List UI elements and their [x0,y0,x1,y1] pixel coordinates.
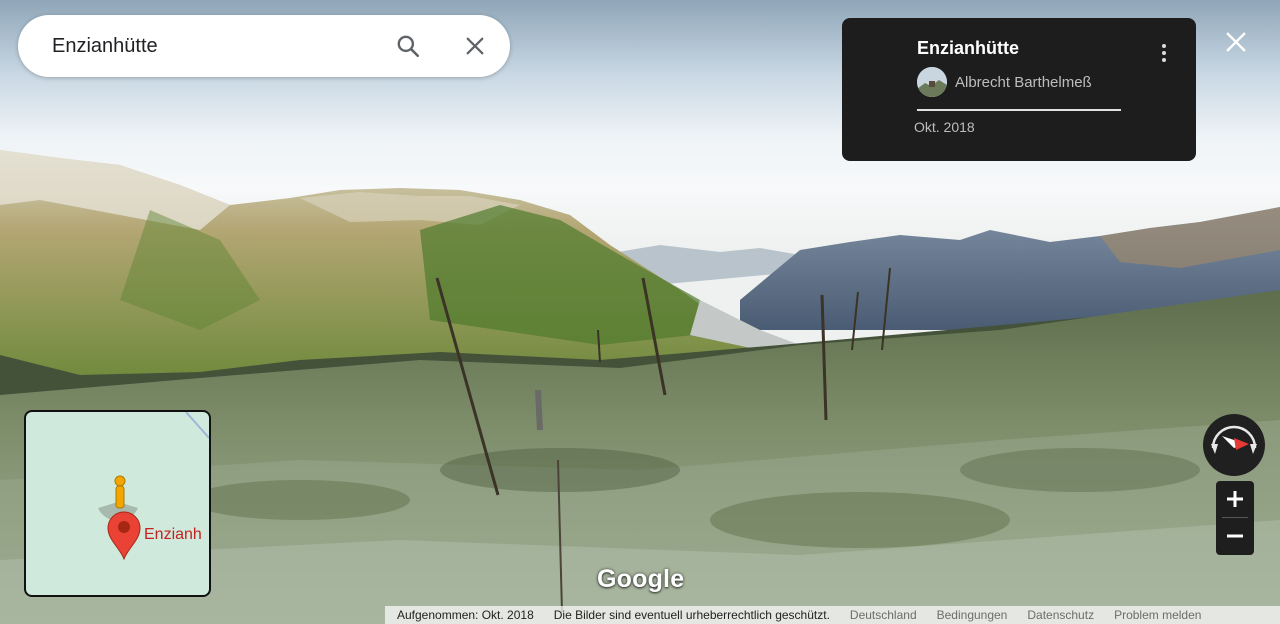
search-icon [397,35,420,58]
search-button[interactable] [394,32,422,60]
author-row[interactable]: Albrecht Barthelmeß [917,67,1092,97]
close-icon [466,37,484,55]
more-vert-icon [1162,44,1166,48]
search-input[interactable] [50,33,384,59]
zoom-control [1216,481,1254,555]
more-options-button[interactable] [1152,39,1176,67]
capture-date: Okt. 2018 [914,119,975,135]
footer-link-report-problem[interactable]: Problem melden [1104,608,1211,622]
footer-link-privacy[interactable]: Datenschutz [1017,608,1104,622]
photo-info-card: Enzianhütte Albrecht Barthelmeß Okt. 201… [842,18,1196,161]
capture-date-note: Aufgenommen: Okt. 2018 [397,608,534,622]
close-icon [1226,32,1246,52]
divider [917,109,1121,111]
place-title[interactable]: Enzianhütte [917,38,1019,59]
search-box [18,15,510,77]
footer-bar: Aufgenommen: Okt. 2018 Die Bilder sind e… [385,606,1280,624]
location-pin-icon [107,511,141,560]
compass-icon [1211,425,1257,454]
avatar [917,67,947,97]
minimap[interactable]: Enzianh [24,410,211,597]
compass-button[interactable] [1203,414,1265,476]
copyright-note: Die Bilder sind eventuell urheberrechtli… [553,608,830,622]
exit-street-view-button[interactable] [1222,28,1250,56]
zoom-in-button[interactable] [1216,481,1254,517]
footer-link-terms[interactable]: Bedingungen [927,608,1018,622]
author-name: Albrecht Barthelmeß [955,73,1092,91]
clear-search-button[interactable] [461,32,489,60]
footer-link-region[interactable]: Deutschland [840,608,927,622]
plus-icon [1227,491,1243,507]
minimap-place-label: Enzianh [144,526,202,543]
zoom-out-button[interactable] [1216,518,1254,554]
minus-icon [1227,534,1243,538]
google-logo: Google [597,565,685,593]
